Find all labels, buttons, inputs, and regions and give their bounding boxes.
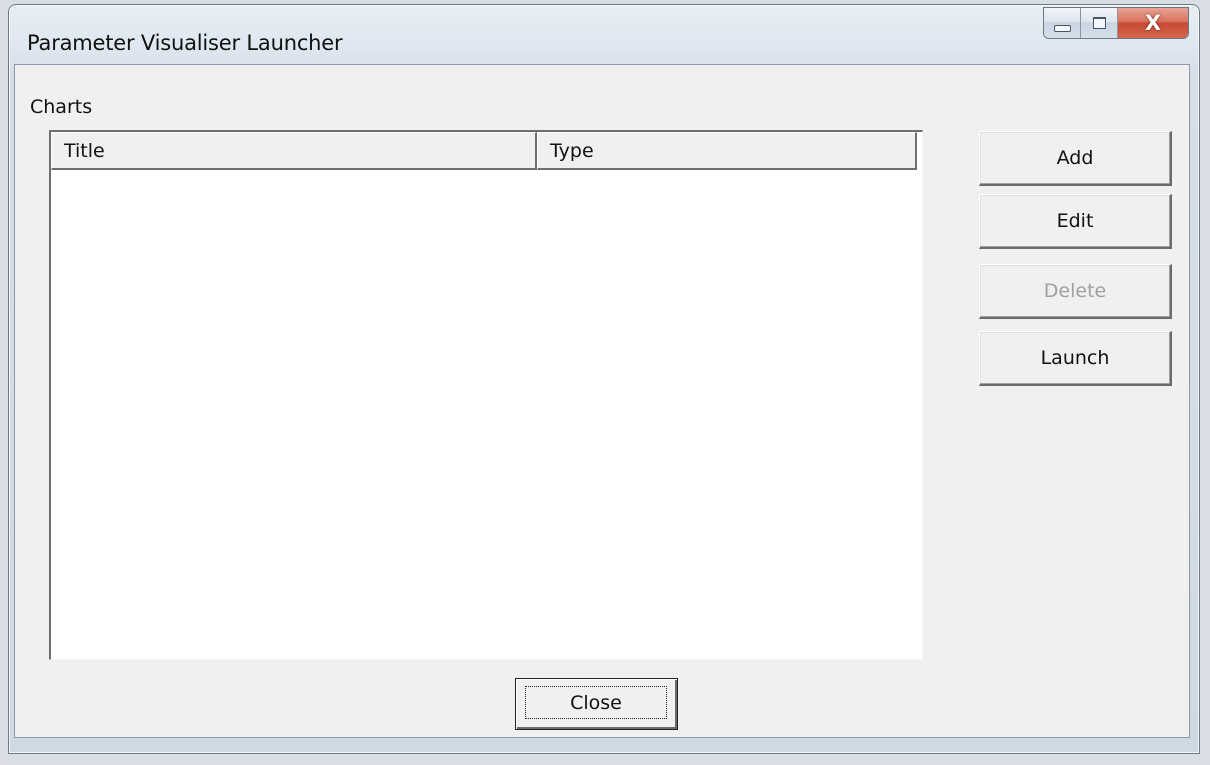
maximize-icon	[1092, 17, 1106, 29]
column-header-type[interactable]: Type	[537, 132, 917, 170]
close-window-button[interactable]: X	[1118, 8, 1188, 38]
close-button-label: Close	[525, 686, 667, 719]
window-title: Parameter Visualiser Launcher	[27, 31, 343, 55]
edit-button[interactable]: Edit	[979, 194, 1172, 249]
column-header-title[interactable]: Title	[51, 132, 537, 170]
minimize-button[interactable]	[1044, 8, 1081, 38]
close-button[interactable]: Close	[515, 678, 678, 730]
minimize-icon	[1053, 24, 1071, 32]
delete-button: Delete	[979, 264, 1172, 319]
charts-label: Charts	[30, 96, 93, 118]
title-bar[interactable]: Parameter Visualiser Launcher X	[9, 5, 1199, 69]
launch-button[interactable]: Launch	[979, 331, 1172, 386]
charts-list[interactable]: Title Type	[49, 130, 923, 660]
charts-list-body[interactable]	[51, 172, 922, 659]
charts-list-header: Title Type	[51, 132, 921, 172]
close-icon: X	[1144, 10, 1162, 35]
caption-buttons: X	[1043, 7, 1189, 39]
add-button[interactable]: Add	[979, 131, 1172, 186]
maximize-button[interactable]	[1081, 8, 1118, 38]
